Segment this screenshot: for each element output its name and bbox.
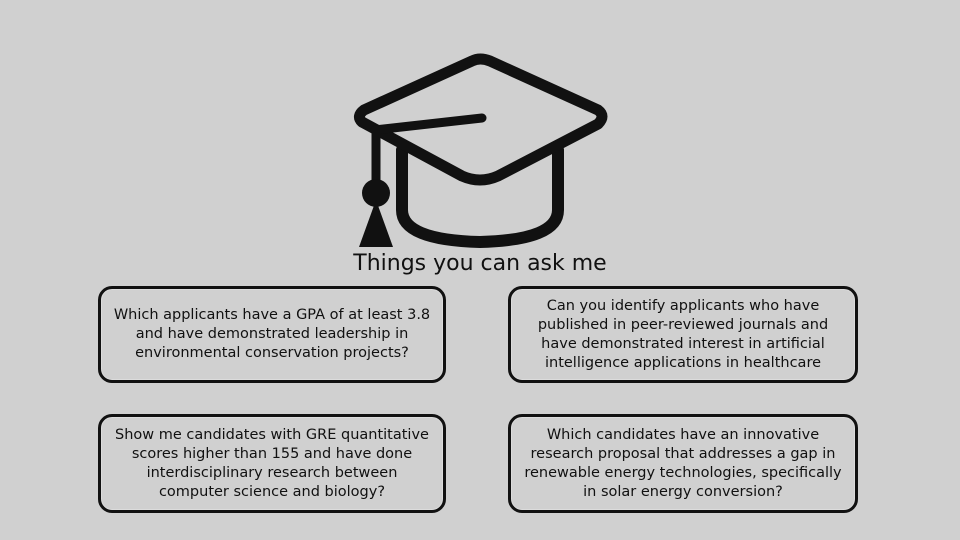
suggestion-text: Which candidates have an innovative rese… xyxy=(524,426,842,500)
suggestion-card[interactable]: Can you identify applicants who have pub… xyxy=(508,286,858,383)
suggestion-text: Show me candidates with GRE quantitative… xyxy=(115,426,429,500)
suggestion-text: Which applicants have a GPA of at least … xyxy=(113,307,431,361)
graduation-cap-icon xyxy=(353,53,608,248)
suggestion-card[interactable]: Show me candidates with GRE quantitative… xyxy=(98,414,446,513)
page-heading: Things you can ask me xyxy=(353,251,607,276)
suggestion-text: Can you identify applicants who have pub… xyxy=(537,297,829,371)
suggestion-card[interactable]: Which candidates have an innovative rese… xyxy=(508,414,858,513)
suggestion-card[interactable]: Which applicants have a GPA of at least … xyxy=(98,286,446,383)
